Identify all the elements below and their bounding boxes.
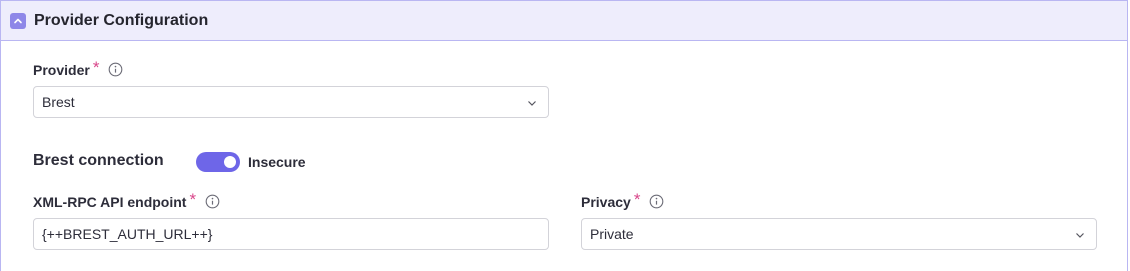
panel-header[interactable]: Provider Configuration	[1, 1, 1127, 41]
info-icon[interactable]	[108, 62, 123, 77]
privacy-label: Privacy	[581, 194, 631, 210]
endpoint-label-row: XML-RPC API endpoint *	[33, 190, 220, 210]
privacy-select[interactable]: Private	[581, 218, 1097, 250]
privacy-select-value: Private	[590, 226, 634, 242]
endpoint-label: XML-RPC API endpoint	[33, 194, 187, 210]
provider-select-value: Brest	[42, 94, 75, 110]
required-asterisk: *	[189, 190, 197, 209]
endpoint-input-wrapper	[33, 218, 549, 250]
insecure-toggle-label: Insecure	[248, 154, 306, 170]
required-asterisk: *	[92, 58, 100, 77]
provider-label: Provider	[33, 62, 90, 78]
panel-title: Provider Configuration	[34, 11, 209, 29]
chevron-up-icon[interactable]	[10, 12, 26, 29]
endpoint-input[interactable]	[42, 226, 548, 242]
chevron-down-icon	[1076, 233, 1084, 238]
connection-section-title: Brest connection	[33, 152, 164, 169]
provider-label-row: Provider *	[33, 58, 123, 78]
insecure-toggle[interactable]	[196, 152, 240, 172]
info-icon[interactable]	[649, 194, 664, 209]
toggle-knob	[224, 156, 236, 168]
privacy-label-row: Privacy *	[581, 190, 664, 210]
info-icon[interactable]	[205, 194, 220, 209]
chevron-down-icon	[528, 101, 536, 106]
required-asterisk: *	[633, 190, 641, 209]
provider-select[interactable]: Brest	[33, 86, 549, 118]
